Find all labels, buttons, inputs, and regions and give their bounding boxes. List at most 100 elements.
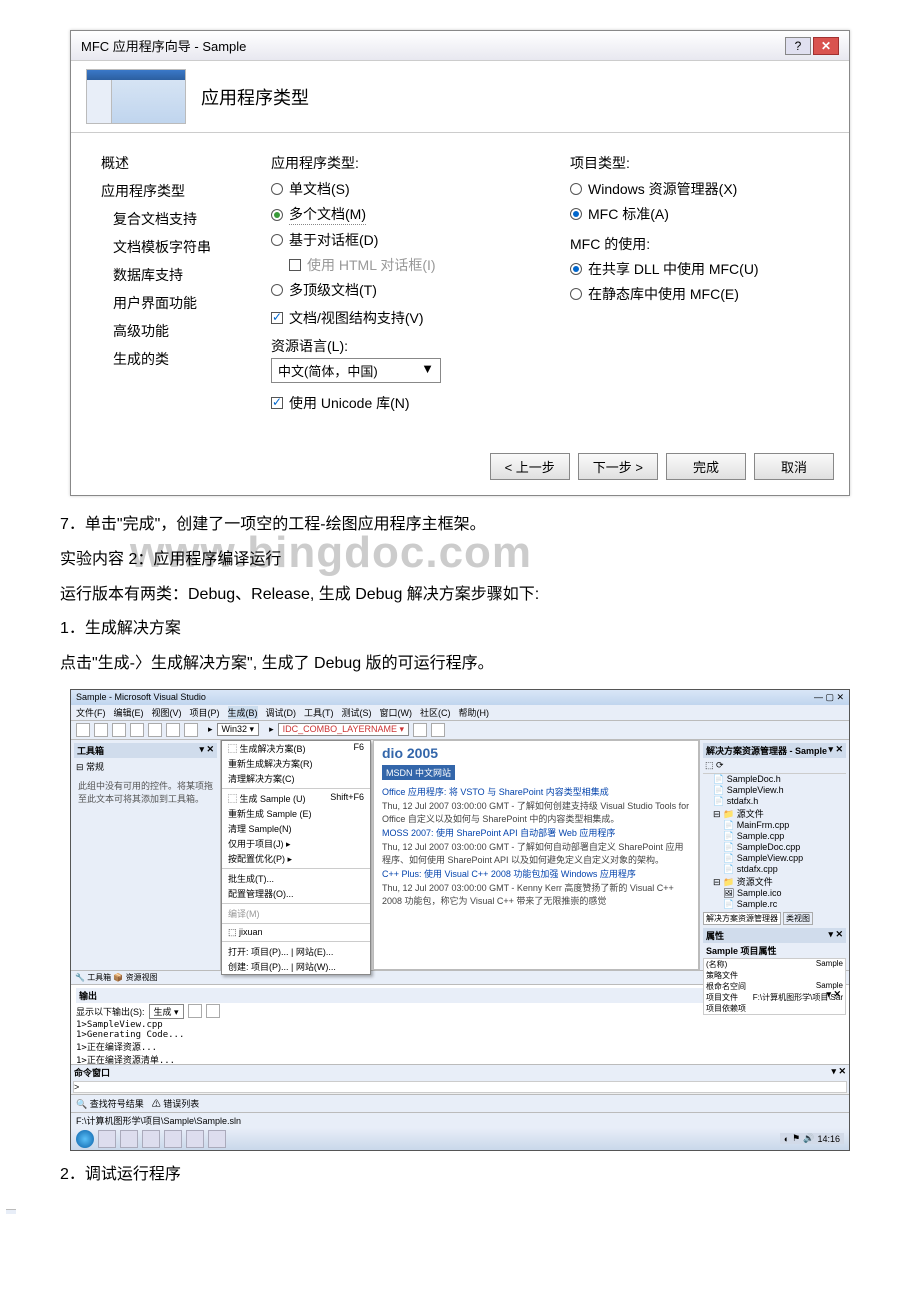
- task-icon[interactable]: [120, 1130, 138, 1148]
- news-link-3[interactable]: C++ Plus: 使用 Visual C++ 2008 功能包加强 Windo…: [382, 867, 690, 880]
- news-link-1[interactable]: Office 应用程序: 将 VSTO 与 SharePoint 内容类型相集成: [382, 785, 690, 798]
- menu-project[interactable]: 项目(P): [190, 706, 220, 719]
- file-item[interactable]: 🖼 Sample.ico: [703, 888, 846, 899]
- nav-compound[interactable]: 复合文档支持: [101, 209, 241, 229]
- menu-view[interactable]: 视图(V): [152, 706, 182, 719]
- radio-explorer[interactable]: [570, 183, 582, 195]
- news-text-1: Thu, 12 Jul 2007 03:00:00 GMT - 了解如何创建支持…: [382, 799, 690, 825]
- tb-new-icon[interactable]: [76, 723, 90, 737]
- dd-clean-sample[interactable]: 清理 Sample(N): [222, 821, 370, 836]
- task-icon[interactable]: [142, 1130, 160, 1148]
- folder-source[interactable]: ⊟ 📁 源文件: [703, 807, 846, 820]
- tray-icon[interactable]: 🔊: [803, 1133, 814, 1144]
- tb-cut-icon[interactable]: [148, 723, 162, 737]
- build-dropdown-menu: ⬚ 生成解决方案(B)F6 重新生成解决方案(R) 清理解决方案(C) ⬚ 生成…: [221, 740, 371, 975]
- radio-toplevel[interactable]: [271, 284, 283, 296]
- finish-button[interactable]: 完成: [666, 453, 746, 480]
- dd-project-only[interactable]: 仅用于项目(J) ▸: [222, 836, 370, 851]
- tb-saveall-icon[interactable]: [130, 723, 144, 737]
- panel-pin-icon[interactable]: ▾ ✕: [199, 744, 214, 757]
- tb-copy-icon[interactable]: [166, 723, 180, 737]
- lt-resview[interactable]: 📦 资源视图: [113, 973, 157, 982]
- menu-test[interactable]: 测试(S): [342, 706, 372, 719]
- nav-apptype[interactable]: 应用程序类型: [101, 181, 241, 201]
- task-icon[interactable]: [208, 1130, 226, 1148]
- start-orb-icon[interactable]: [76, 1130, 94, 1148]
- task-icon[interactable]: [186, 1130, 204, 1148]
- news-link-2[interactable]: MOSS 2007: 使用 SharePoint API 自动部署 Web 应用…: [382, 826, 690, 839]
- tb-misc2-icon[interactable]: [431, 723, 445, 737]
- tb-open-icon[interactable]: [94, 723, 108, 737]
- tray-icon[interactable]: ◐: [784, 1134, 789, 1144]
- dd-batch[interactable]: 批生成(T)...: [222, 871, 370, 886]
- config-combo[interactable]: Win32 ▾: [217, 723, 260, 736]
- dd-jixuan[interactable]: ⬚ jixuan: [222, 926, 370, 939]
- language-select[interactable]: 中文(简体，中国) ▼: [271, 358, 441, 383]
- radio-sdi[interactable]: [271, 183, 283, 195]
- tb-save-icon[interactable]: [112, 723, 126, 737]
- menu-help[interactable]: 帮助(H): [459, 706, 490, 719]
- folder-resource[interactable]: ⊟ 📁 资源文件: [703, 875, 846, 888]
- layer-combo[interactable]: IDC_COMBO_LAYERNAME ▾: [278, 723, 409, 736]
- tb-paste-icon[interactable]: [184, 723, 198, 737]
- file-item[interactable]: 📄 SampleDoc.h: [703, 774, 846, 785]
- file-item[interactable]: 📄 Sample.rc: [703, 899, 846, 910]
- check-unicode[interactable]: [271, 397, 283, 409]
- cancel-button[interactable]: 取消: [754, 453, 834, 480]
- dd-optimize[interactable]: 按配置优化(P) ▸: [222, 851, 370, 866]
- nav-classes[interactable]: 生成的类: [101, 349, 241, 369]
- tab-errorlist[interactable]: ⚠ 错误列表: [152, 1097, 200, 1110]
- cmd-input[interactable]: >: [73, 1081, 847, 1093]
- radio-static-lib[interactable]: [570, 288, 582, 300]
- tray-icon[interactable]: ⚑: [792, 1133, 800, 1144]
- nav-doctemplate[interactable]: 文档模板字符串: [101, 237, 241, 257]
- close-button[interactable]: ✕: [813, 37, 839, 55]
- menu-community[interactable]: 社区(C): [420, 706, 451, 719]
- file-item[interactable]: 📄 SampleView.h: [703, 785, 846, 796]
- nav-advanced[interactable]: 高级功能: [101, 321, 241, 341]
- out-btn2-icon[interactable]: [206, 1004, 220, 1018]
- dd-build-sample[interactable]: ⬚ 生成 Sample (U)Shift+F6: [222, 791, 370, 806]
- tb-misc-icon[interactable]: [413, 723, 427, 737]
- radio-mdi[interactable]: [271, 209, 283, 221]
- para-runver: 运行版本有两类：Debug、Release, 生成 Debug 解决方案步骤如下…: [60, 581, 860, 610]
- nav-ui[interactable]: 用户界面功能: [101, 293, 241, 313]
- menu-tools[interactable]: 工具(T): [304, 706, 334, 719]
- task-icon[interactable]: [164, 1130, 182, 1148]
- tab-classview[interactable]: 类视图: [783, 912, 813, 925]
- dd-build-solution[interactable]: ⬚ 生成解决方案(B)F6: [222, 741, 370, 756]
- file-item[interactable]: 📄 stdafx.h: [703, 796, 846, 807]
- nav-overview[interactable]: 概述: [101, 153, 241, 173]
- menu-edit[interactable]: 编辑(E): [114, 706, 144, 719]
- dialog-title: MFC 应用程序向导 - Sample: [81, 36, 246, 55]
- menu-window[interactable]: 窗口(W): [380, 706, 413, 719]
- tab-findsymbol[interactable]: 🔍 查找符号结果: [76, 1097, 144, 1110]
- menu-debug[interactable]: 调试(D): [266, 706, 297, 719]
- lt-toolbox[interactable]: 🔧 工具箱: [75, 973, 111, 982]
- panel-close-icon[interactable]: ▾ ✕: [828, 744, 843, 757]
- output-src-combo[interactable]: 生成 ▾: [149, 1004, 184, 1019]
- radio-shared-dll[interactable]: [570, 263, 582, 275]
- prev-button[interactable]: < 上一步: [490, 453, 570, 480]
- nav-database[interactable]: 数据库支持: [101, 265, 241, 285]
- dd-clean-solution[interactable]: 清理解决方案(C): [222, 771, 370, 786]
- file-item[interactable]: 📄 SampleDoc.cpp: [703, 842, 846, 853]
- radio-mfcstd[interactable]: [570, 208, 582, 220]
- out-btn-icon[interactable]: [188, 1004, 202, 1018]
- file-item[interactable]: 📄 SampleView.cpp: [703, 853, 846, 864]
- task-icon[interactable]: [98, 1130, 116, 1148]
- dd-rebuild-sample[interactable]: 重新生成 Sample (E): [222, 806, 370, 821]
- file-item[interactable]: 📄 stdafx.cpp: [703, 864, 846, 875]
- dd-configmgr[interactable]: 配置管理器(O)...: [222, 886, 370, 901]
- file-item[interactable]: 📄 MainFrm.cpp: [703, 820, 846, 831]
- file-item[interactable]: 📄 Sample.cpp: [703, 831, 846, 842]
- dd-rebuild-solution[interactable]: 重新生成解决方案(R): [222, 756, 370, 771]
- check-docview[interactable]: [271, 312, 283, 324]
- menu-file[interactable]: 文件(F): [76, 706, 106, 719]
- help-button[interactable]: ?: [785, 37, 811, 55]
- radio-dialog[interactable]: [271, 234, 283, 246]
- next-button[interactable]: 下一步 >: [578, 453, 658, 480]
- menu-build[interactable]: 生成(B): [228, 706, 258, 719]
- tab-solution[interactable]: 解决方案资源管理器: [703, 912, 781, 925]
- toolbox-group[interactable]: 常规: [86, 762, 104, 772]
